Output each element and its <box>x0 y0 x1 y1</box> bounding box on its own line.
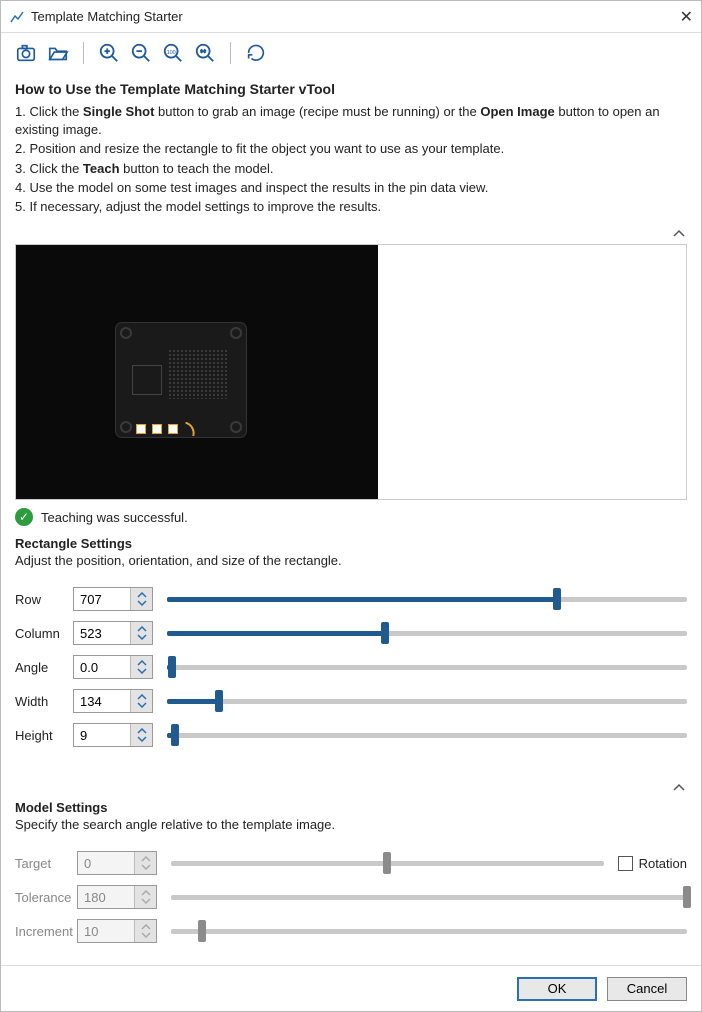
row-param: Row <box>15 582 687 616</box>
model-settings-heading: Model Settings <box>15 800 687 815</box>
model-settings-desc: Specify the search angle relative to the… <box>15 817 687 832</box>
instr-text: 1. Click the <box>15 104 83 119</box>
tolerance-param: Tolerance <box>15 880 687 914</box>
cancel-button[interactable]: Cancel <box>607 977 687 1001</box>
height-param: Height <box>15 718 687 752</box>
tolerance-spinner <box>77 885 157 909</box>
width-slider[interactable] <box>167 689 687 713</box>
rectangle-settings-desc: Adjust the position, orientation, and si… <box>15 553 687 568</box>
row-spin-buttons[interactable] <box>130 588 152 610</box>
toolbar: 100 <box>1 33 701 69</box>
titlebar: Template Matching Starter ✕ <box>1 1 701 33</box>
content-area: How to Use the Template Matching Starter… <box>1 69 701 965</box>
chevron-up-icon[interactable] <box>671 780 687 796</box>
tolerance-label: Tolerance <box>15 890 77 905</box>
tolerance-spin-buttons <box>134 886 156 908</box>
height-slider[interactable] <box>167 723 687 747</box>
rotation-checkbox-group: Rotation <box>618 856 687 871</box>
instructions: 1. Click the Single Shot button to grab … <box>15 103 687 216</box>
rotation-label: Rotation <box>639 856 687 871</box>
width-input[interactable] <box>74 690 130 712</box>
selection-rectangle[interactable] <box>136 423 196 435</box>
increment-param: Increment <box>15 914 687 948</box>
close-button[interactable]: ✕ <box>661 7 693 27</box>
instr-text: button to teach the model. <box>120 161 274 176</box>
target-param: Target Rotation <box>15 846 687 880</box>
row-spinner <box>73 587 153 611</box>
column-spinner <box>73 621 153 645</box>
teach-button[interactable] <box>243 40 269 66</box>
image-display[interactable] <box>16 245 378 499</box>
angle-spinner <box>73 655 153 679</box>
rectangle-settings-heading: Rectangle Settings <box>15 536 687 551</box>
zoom-fit-button[interactable] <box>192 40 218 66</box>
height-input[interactable] <box>74 724 130 746</box>
rotation-checkbox[interactable] <box>618 856 633 871</box>
angle-slider[interactable] <box>167 655 687 679</box>
instr-text: 5. If necessary, adjust the model settin… <box>15 198 687 216</box>
width-label: Width <box>15 694 73 709</box>
instr-bold: Teach <box>83 161 120 176</box>
width-param: Width <box>15 684 687 718</box>
instr-bold: Open Image <box>480 104 554 119</box>
increment-input <box>78 920 134 942</box>
success-icon: ✓ <box>15 508 33 526</box>
instr-text: 2. Position and resize the rectangle to … <box>15 140 687 158</box>
instr-text: 4. Use the model on some test images and… <box>15 179 687 197</box>
row-input[interactable] <box>74 588 130 610</box>
app-icon <box>9 9 25 25</box>
ok-button[interactable]: OK <box>517 977 597 1001</box>
instr-bold: Single Shot <box>83 104 155 119</box>
increment-label: Increment <box>15 924 77 939</box>
height-spin-buttons[interactable] <box>130 724 152 746</box>
image-preview-panel <box>15 244 687 500</box>
howto-heading: How to Use the Template Matching Starter… <box>15 81 687 97</box>
angle-param: Angle <box>15 650 687 684</box>
row-label: Row <box>15 592 73 607</box>
target-label: Target <box>15 856 77 871</box>
open-image-button[interactable] <box>45 40 71 66</box>
angle-spin-buttons[interactable] <box>130 656 152 678</box>
single-shot-button[interactable] <box>13 40 39 66</box>
pcb-object <box>116 323 246 437</box>
window-title: Template Matching Starter <box>31 9 661 24</box>
height-spinner <box>73 723 153 747</box>
toolbar-separator <box>83 42 84 64</box>
tolerance-input <box>78 886 134 908</box>
row-slider[interactable] <box>167 587 687 611</box>
chevron-up-icon[interactable] <box>671 226 687 242</box>
zoom-out-button[interactable] <box>128 40 154 66</box>
target-spinner <box>77 851 157 875</box>
width-spinner <box>73 689 153 713</box>
height-label: Height <box>15 728 73 743</box>
angle-input[interactable] <box>74 656 130 678</box>
zoom-100-button[interactable]: 100 <box>160 40 186 66</box>
width-spin-buttons[interactable] <box>130 690 152 712</box>
increment-slider <box>171 919 687 943</box>
column-label: Column <box>15 626 73 641</box>
tolerance-slider <box>171 885 687 909</box>
zoom-in-button[interactable] <box>96 40 122 66</box>
target-spin-buttons <box>134 852 156 874</box>
svg-text:100: 100 <box>167 50 176 56</box>
column-slider[interactable] <box>167 621 687 645</box>
target-input <box>78 852 134 874</box>
status-text: Teaching was successful. <box>41 510 188 525</box>
status-row: ✓ Teaching was successful. <box>15 508 687 526</box>
increment-spin-buttons <box>134 920 156 942</box>
column-spin-buttons[interactable] <box>130 622 152 644</box>
instr-text: 3. Click the <box>15 161 83 176</box>
angle-label: Angle <box>15 660 73 675</box>
target-slider <box>171 851 604 875</box>
instr-text: button to grab an image (recipe must be … <box>154 104 480 119</box>
column-input[interactable] <box>74 622 130 644</box>
column-param: Column <box>15 616 687 650</box>
toolbar-separator <box>230 42 231 64</box>
dialog-footer: OK Cancel <box>1 965 701 1011</box>
increment-spinner <box>77 919 157 943</box>
